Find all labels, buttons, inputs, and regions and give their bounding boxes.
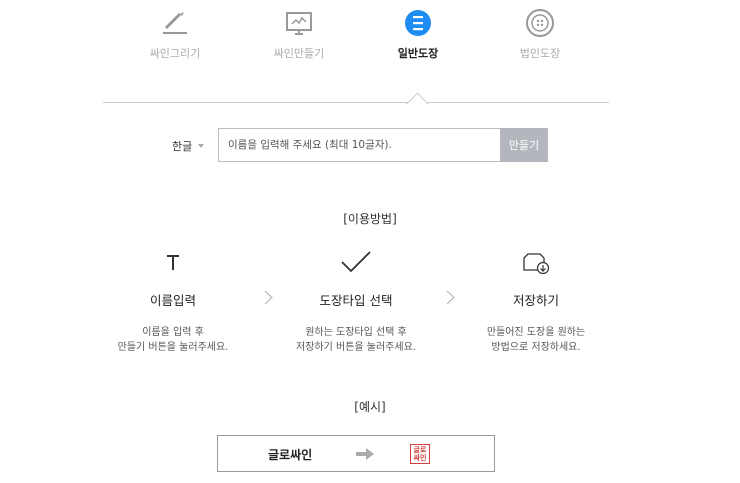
name-input[interactable] [218,128,500,162]
tab-make-signature[interactable]: 싸인만들기 [239,6,359,61]
example-name: 글로싸인 [268,448,313,462]
arrow-right-icon [356,448,374,460]
tab-label: 일반도장 [397,47,439,60]
stamp-type-tabs: 싸인그리기 싸인만들기 일반도장 법인도장 [0,0,740,105]
step-title: 도장타입 선택 [319,293,393,308]
step-select-type: 도장타입 선택 원하는 도장타입 선택 후 저장하기 버튼을 눌러주세요. [266,250,446,355]
active-tab-indicator [406,91,430,104]
language-select[interactable]: 한글 [172,138,205,154]
tab-label: 싸인만들기 [273,47,325,60]
language-value: 한글 [172,140,193,153]
tab-draw-signature[interactable]: 싸인그리기 [115,6,235,61]
pen-draw-icon [158,6,192,40]
stamp-line: 싸인 [413,454,427,462]
tab-divider [103,102,609,103]
caret-down-icon [198,144,205,148]
step-desc: 이름을 입력 후 만들기 버튼을 눌러주세요. [83,325,263,355]
stamp-line: 글로 [413,446,427,454]
step-desc-line: 방법으로 저장하세요. [491,342,581,353]
step-desc-line: 원하는 도장타입 선택 후 [305,327,407,338]
step-enter-name: 이름입력 이름을 입력 후 만들기 버튼을 눌러주세요. [83,250,263,355]
howto-title: [이용방법] [343,212,397,226]
step-desc-line: 저장하기 버튼을 눌러주세요. [296,342,416,353]
step-desc: 만들어진 도장을 원하는 방법으로 저장하세요. [446,325,626,355]
step-title: 저장하기 [512,293,559,308]
step-desc-line: 만들기 버튼을 눌러주세요. [117,342,229,353]
text-t-icon [83,250,263,278]
file-download-icon [446,250,626,278]
step-desc-line: 이름을 입력 후 [142,327,204,338]
step-desc-line: 만들어진 도장을 원하는 [486,327,586,338]
check-icon [266,250,446,278]
example-title: [예시] [354,400,386,414]
step-save: 저장하기 만들어진 도장을 원하는 방법으로 저장하세요. [446,250,626,355]
corporate-seal-icon [523,6,557,40]
tab-corporate-seal[interactable]: 법인도장 [480,6,600,61]
step-title: 이름입력 [149,293,196,308]
example-stamp: 글로 싸인 [410,444,430,464]
round-seal-icon [401,6,435,40]
step-desc: 원하는 도장타입 선택 후 저장하기 버튼을 눌러주세요. [266,325,446,355]
make-button[interactable]: 만들기 [500,128,548,162]
tab-general-seal[interactable]: 일반도장 [358,6,478,61]
example-box: 글로싸인 글로 싸인 [217,435,495,472]
tab-label: 법인도장 [519,47,561,60]
tab-label: 싸인그리기 [149,47,201,60]
monitor-signature-icon [282,6,316,40]
